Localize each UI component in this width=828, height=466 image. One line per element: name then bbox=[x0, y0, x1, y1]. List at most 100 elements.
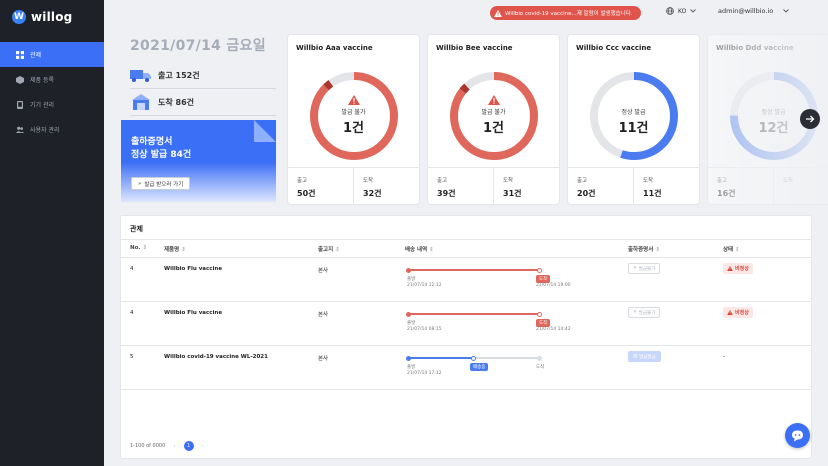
table-row[interactable]: 5 Willbio covid-19 vaccine WL-2021 본사 출발… bbox=[121, 346, 811, 390]
arrival-count: 도착 86건 bbox=[158, 97, 194, 107]
card-out-label: 출고 bbox=[577, 178, 588, 184]
globe-icon bbox=[666, 7, 674, 15]
col-header-delivery[interactable]: 배송 내역 ⇕ bbox=[405, 245, 434, 253]
panel-title: 관제 bbox=[130, 225, 143, 233]
card-title: Willbio Bee vaccine bbox=[436, 44, 513, 52]
card-arr-label: 도착 bbox=[643, 178, 654, 184]
next-card-button[interactable] bbox=[800, 109, 820, 129]
chat-icon bbox=[792, 430, 803, 441]
warning-icon bbox=[347, 95, 360, 105]
sidebar-item-dashboard[interactable]: 관제 bbox=[0, 42, 104, 67]
card-arr-value: 11건 bbox=[643, 189, 662, 198]
card-out-value: 20건 bbox=[577, 189, 596, 198]
logo-text: willog bbox=[31, 10, 73, 24]
card-count: 11건 bbox=[618, 121, 649, 136]
pagination: 1-100 of 0000 ‹ 1 › bbox=[130, 441, 204, 451]
warning-icon bbox=[727, 310, 733, 315]
col-header-no[interactable]: No. ⇕ bbox=[130, 245, 147, 251]
page-date: 2021/07/14 금요일 bbox=[130, 38, 266, 54]
card-count: 1건 bbox=[482, 121, 504, 136]
arrival-summary: 도착 86건 bbox=[130, 91, 276, 113]
monitor-table-panel: 관제 No. ⇕ 제품명 ⇕ 출고지 ⇕ 배송 내역 ⇕ 출하증명서 ⇕ 상태 ⇕ 4 Wi… bbox=[121, 216, 811, 458]
chat-button[interactable] bbox=[785, 423, 810, 448]
sidebar-item-label: 기기 관리 bbox=[30, 102, 54, 109]
language-select[interactable]: KO bbox=[666, 7, 697, 15]
app-logo[interactable]: W willog bbox=[12, 10, 72, 24]
document-icon: ▤ bbox=[633, 354, 638, 359]
alert-banner[interactable]: Willbio covid-19 vaccine...제 알람이 발생했습니다. bbox=[490, 6, 641, 20]
card-title: Willbio Aaa vaccine bbox=[296, 44, 373, 52]
chevron-right-icon[interactable]: › bbox=[202, 443, 204, 450]
card-status-label: 발급 불가 bbox=[341, 109, 366, 116]
row-product: Willbio Flu vaccine bbox=[164, 266, 223, 272]
card-out-value: 50건 bbox=[297, 189, 316, 198]
vaccine-card[interactable]: Willbio Aaa vaccine 발급 불가 1건 출고 50건 도착 32건 bbox=[288, 35, 419, 204]
sidebar-item-user-manage[interactable]: 사용자 관리 bbox=[0, 117, 104, 142]
table-row[interactable]: 4 Willbio Flu vaccine 본사 출발 21/07/14 08:… bbox=[121, 302, 811, 346]
card-arr-label: 도착 bbox=[363, 178, 374, 184]
user-menu[interactable]: admin@willbio.io bbox=[718, 7, 790, 15]
col-header-origin[interactable]: 출고지 ⇕ bbox=[318, 245, 340, 253]
close-icon: ✕ bbox=[633, 310, 637, 315]
promo-count: 정상 발급 84건 bbox=[131, 150, 192, 160]
row-no: 5 bbox=[130, 354, 134, 360]
row-origin: 본사 bbox=[318, 356, 329, 362]
card-out-label: 출고 bbox=[297, 178, 308, 184]
topbar: Willbio covid-19 vaccine...제 알람이 발생했습니다.… bbox=[104, 0, 828, 26]
card-out-label: 출고 bbox=[437, 178, 448, 184]
sidebar-item-product-register[interactable]: 제품 등록 bbox=[0, 67, 104, 92]
warning-icon bbox=[727, 266, 733, 271]
card-status-label: 발급 불가 bbox=[481, 109, 506, 116]
sidebar-item-label: 관제 bbox=[30, 52, 42, 59]
arrival-tag: 도착 bbox=[536, 319, 551, 327]
logo-mark: W bbox=[12, 10, 26, 24]
chevron-down-icon bbox=[690, 9, 697, 13]
arrow-right-icon bbox=[805, 115, 814, 123]
status-badge: 비정상 bbox=[723, 307, 753, 318]
row-product: Willbio Flu vaccine bbox=[164, 310, 223, 316]
warning-icon bbox=[494, 9, 502, 17]
pagination-range: 1-100 of 0000 bbox=[130, 443, 166, 449]
close-icon: ✕ bbox=[633, 266, 637, 271]
chevron-left-icon[interactable]: ‹ bbox=[173, 443, 175, 450]
sidebar-nav: 관제 제품 등록 기기 관리 사용자 관리 bbox=[0, 42, 104, 142]
in-transit-tag: 배송중 bbox=[470, 363, 489, 371]
certificate-button[interactable]: ✕ 발급불가 bbox=[628, 307, 661, 318]
box-icon bbox=[16, 75, 24, 84]
sidebar-item-label: 사용자 관리 bbox=[30, 127, 60, 134]
warning-icon bbox=[487, 95, 500, 105]
users-icon bbox=[16, 126, 24, 133]
row-origin: 본사 bbox=[318, 312, 329, 318]
col-header-status[interactable]: 상태 ⇕ bbox=[723, 245, 740, 253]
col-header-product[interactable]: 제품명 ⇕ bbox=[164, 245, 186, 253]
certificate-button[interactable]: ✕ 발급불가 bbox=[628, 263, 661, 274]
delivery-track bbox=[406, 355, 542, 361]
grid-icon bbox=[16, 50, 24, 59]
table-row[interactable]: 4 Willbio Flu vaccine 본사 출발 21/07/14 12:… bbox=[121, 258, 811, 302]
sidebar-item-label: 제품 등록 bbox=[30, 77, 54, 84]
page-number[interactable]: 1 bbox=[183, 441, 194, 451]
warehouse-icon bbox=[132, 94, 150, 110]
issue-certificate-button[interactable]: » 발급 받으러 가기 bbox=[131, 177, 191, 190]
status-text: - bbox=[723, 353, 726, 360]
col-header-certificate[interactable]: 출하증명서 ⇕ bbox=[628, 245, 660, 253]
outbound-count: 출고 152건 bbox=[158, 70, 200, 80]
row-product: Willbio covid-19 vaccine WL-2021 bbox=[164, 354, 268, 360]
card-arr-value: 31건 bbox=[503, 189, 522, 198]
user-email: admin@willbio.io bbox=[718, 7, 774, 15]
summary-divider bbox=[130, 88, 276, 89]
device-icon bbox=[17, 100, 23, 109]
sidebar: W willog 관제 제품 등록 기기 관리 사용자 관리 bbox=[0, 0, 104, 466]
truck-icon bbox=[130, 70, 151, 82]
row-no: 4 bbox=[130, 310, 134, 316]
vaccine-card[interactable]: Willbio Bee vaccine 발급 불가 1건 출고 39건 도착 31건 bbox=[428, 35, 559, 204]
vaccine-card[interactable]: Willbio Ccc vaccine 정상 발급 11건 출고 20건 도착 11건 bbox=[568, 35, 699, 204]
sidebar-item-device-manage[interactable]: 기기 관리 bbox=[0, 92, 104, 117]
outbound-summary: 출고 152건 bbox=[130, 64, 276, 86]
card-out-value: 39건 bbox=[437, 189, 456, 198]
card-status-label: 정상 발급 bbox=[621, 109, 646, 116]
certificate-button[interactable]: ▤ 발급발급 bbox=[628, 351, 661, 362]
chevron-down-icon bbox=[783, 9, 790, 13]
alert-text: Willbio covid-19 vaccine...제 알람이 발생했습니다. bbox=[505, 11, 633, 17]
arrival-tag: 도착 bbox=[536, 275, 551, 283]
